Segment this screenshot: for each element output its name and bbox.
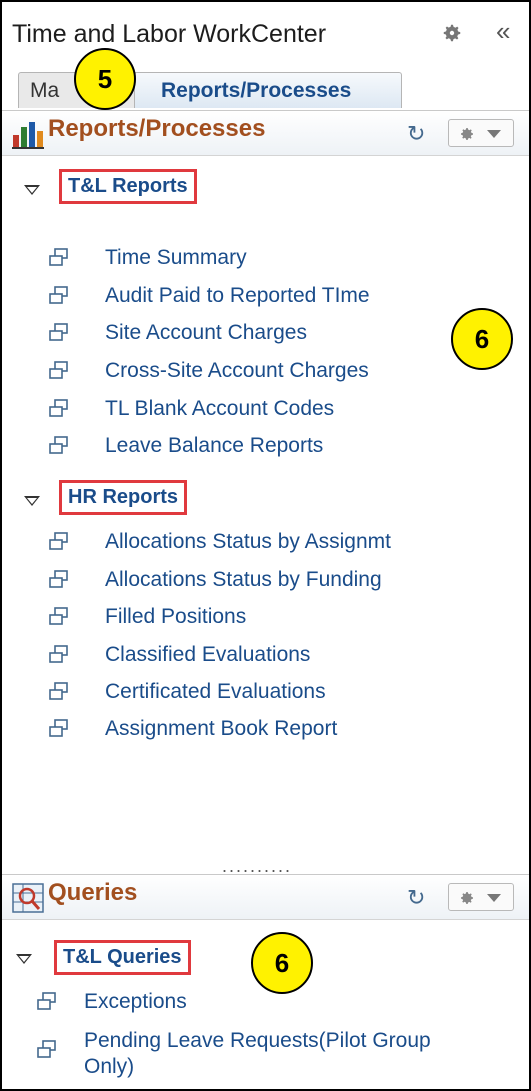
- callout-badge: 6: [451, 308, 513, 370]
- link-label[interactable]: Filled Positions: [105, 605, 246, 629]
- group-tl-reports[interactable]: T&L Reports: [59, 169, 197, 204]
- reports-pagelet-title: Reports/Processes: [48, 115, 266, 142]
- list-item[interactable]: Audit Paid to Reported TIme: [2, 280, 529, 314]
- chevron-down-icon: [487, 894, 501, 902]
- callout-badge: 5: [74, 48, 136, 110]
- report-link-icon: [49, 532, 68, 550]
- list-item[interactable]: Leave Balance Reports: [2, 430, 529, 464]
- report-link-icon: [49, 607, 68, 625]
- queries-options-button[interactable]: [448, 883, 514, 911]
- tab-reports-processes[interactable]: Reports/Processes: [134, 72, 402, 108]
- report-link-icon: [49, 323, 68, 341]
- link-label[interactable]: Allocations Status by Assignmt: [105, 530, 391, 554]
- queries-pagelet-header: Queries ↻: [2, 874, 529, 920]
- link-label[interactable]: Cross-Site Account Charges: [105, 359, 369, 383]
- query-link-icon: [37, 1040, 56, 1058]
- report-link-icon: [49, 719, 68, 737]
- report-link-icon: [49, 248, 68, 266]
- list-item[interactable]: Pending Leave Requests(Pilot Group Only): [2, 1024, 529, 1084]
- collapse-triangle-icon[interactable]: [16, 954, 32, 964]
- reports-refresh-icon[interactable]: ↻: [407, 121, 425, 147]
- report-link-icon: [49, 286, 68, 304]
- list-item[interactable]: Allocations Status by Funding: [2, 564, 529, 598]
- link-label[interactable]: Audit Paid to Reported TIme: [105, 284, 370, 308]
- list-item[interactable]: Filled Positions: [2, 601, 529, 635]
- link-label[interactable]: Assignment Book Report: [105, 717, 337, 741]
- list-item[interactable]: Allocations Status by Assignmt: [2, 526, 529, 560]
- link-label[interactable]: Classified Evaluations: [105, 643, 310, 667]
- list-item[interactable]: Cross-Site Account Charges: [2, 355, 529, 389]
- options-gear-icon: [461, 128, 473, 140]
- link-label[interactable]: Allocations Status by Funding: [105, 568, 382, 592]
- reports-options-button[interactable]: [448, 119, 514, 147]
- list-item[interactable]: Classified Evaluations: [2, 639, 529, 673]
- reports-pagelet-header: Reports/Processes ↻: [2, 110, 529, 156]
- link-label[interactable]: Site Account Charges: [105, 321, 307, 345]
- link-label[interactable]: Leave Balance Reports: [105, 434, 323, 458]
- group-tl-queries[interactable]: T&L Queries: [54, 940, 191, 975]
- group-hr-reports[interactable]: HR Reports: [59, 480, 188, 515]
- link-label[interactable]: Exceptions: [84, 990, 187, 1014]
- list-item[interactable]: Time Summary: [2, 242, 529, 276]
- collapse-triangle-icon[interactable]: [24, 185, 40, 195]
- report-link-icon: [49, 436, 68, 454]
- collapse-panel-icon[interactable]: «: [496, 16, 511, 47]
- list-item[interactable]: Assignment Book Report: [2, 713, 529, 747]
- list-item[interactable]: Exceptions: [2, 986, 529, 1020]
- report-link-icon: [49, 570, 68, 588]
- queries-refresh-icon[interactable]: ↻: [407, 885, 425, 911]
- report-link-icon: [49, 399, 68, 417]
- collapse-triangle-icon[interactable]: [24, 496, 40, 506]
- callout-badge: 6: [251, 932, 313, 994]
- report-link-icon: [49, 682, 68, 700]
- queries-pagelet-title: Queries: [48, 879, 138, 906]
- workcenter-title: Time and Labor WorkCenter: [12, 20, 327, 48]
- options-gear-icon: [461, 892, 473, 904]
- chevron-down-icon: [487, 130, 501, 138]
- bar-chart-icon: [12, 122, 44, 149]
- list-item[interactable]: Certificated Evaluations: [2, 676, 529, 710]
- link-label[interactable]: Pending Leave Requests(Pilot Group Only): [84, 1028, 464, 1080]
- report-link-icon: [49, 645, 68, 663]
- workcenter-panel: Time and Labor WorkCenter « Ma Reports/P…: [0, 0, 531, 1091]
- query-magnifier-icon: [12, 883, 44, 913]
- list-item[interactable]: TL Blank Account Codes: [2, 393, 529, 427]
- report-link-icon: [49, 361, 68, 379]
- link-label[interactable]: TL Blank Account Codes: [105, 397, 334, 421]
- link-label[interactable]: Certificated Evaluations: [105, 680, 326, 704]
- workcenter-settings-gear-icon[interactable]: [441, 22, 463, 44]
- list-item[interactable]: Site Account Charges: [2, 317, 529, 351]
- query-link-icon: [37, 992, 56, 1010]
- link-label[interactable]: Time Summary: [105, 246, 247, 270]
